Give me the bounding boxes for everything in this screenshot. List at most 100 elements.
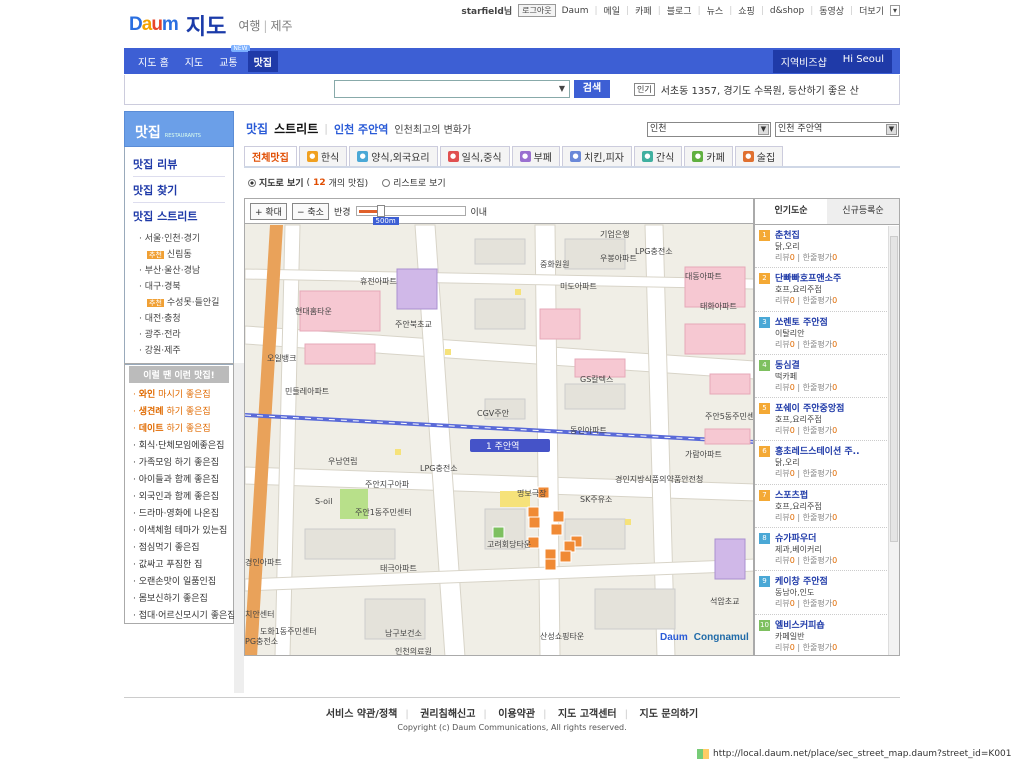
restaurant-name[interactable]: 스포츠펍	[775, 488, 885, 501]
tab-category[interactable]: ● 부페	[511, 146, 560, 166]
restaurant-item[interactable]: 8 슈가파우더 제과,베이커리 리뷰0 | 한줄평가0	[755, 528, 899, 572]
theme-item[interactable]: · 드라마·영화에 나온집	[125, 504, 233, 521]
hot-keyword-text[interactable]: 서초동 1357, 경기도 수목원, 등산하기 좋은 산	[661, 82, 859, 97]
region-sublink[interactable]: 추천 신림동	[133, 244, 225, 260]
view-map-radio[interactable]: 지도로 보기 (12 개의 맛집)	[248, 176, 368, 189]
nav-restaurants[interactable]: 맛집	[247, 50, 278, 72]
gnb-link[interactable]: 카페	[635, 4, 652, 17]
search-input[interactable]: ▼	[334, 80, 570, 98]
restaurant-marker[interactable]	[544, 548, 557, 561]
restaurant-marker[interactable]	[559, 550, 572, 563]
menu-find[interactable]: 맛집 찾기	[133, 177, 225, 203]
daum-logo[interactable]: Daum	[129, 14, 179, 36]
map[interactable]: 기업은행 LPG충전소 중화원원 우봉아파트 대동아파트 휴전아파트 미도아파트 태화아파트 현…	[244, 198, 754, 656]
logout-button[interactable]: 로그아웃	[518, 4, 556, 17]
list-scrollbar[interactable]	[888, 226, 899, 655]
tab-category[interactable]: ● 양식,외국요리	[349, 146, 438, 166]
restaurant-marker[interactable]	[492, 526, 505, 539]
theme-item[interactable]: · 데이트 하기 좋은집	[125, 419, 233, 436]
restaurant-item[interactable]: 5 포쉐이 주안중앙점 호프,요리주점 리뷰0 | 한줄평가0	[755, 398, 899, 442]
footer-link[interactable]: 지도 고객센터	[558, 709, 617, 720]
footer-link[interactable]: 서비스 약관/정책	[326, 709, 398, 720]
restaurant-name[interactable]: 슈가파우더	[775, 531, 885, 544]
restaurant-name[interactable]: 동심결	[775, 358, 885, 371]
restaurant-marker[interactable]	[563, 540, 576, 553]
theme-item[interactable]: · 오랜손맛이 일품인집	[125, 572, 233, 589]
gnb-link[interactable]: 블로그	[667, 4, 692, 17]
zoom-out-button[interactable]: − 축소	[291, 202, 329, 220]
gnb-link[interactable]: 쇼핑	[738, 4, 755, 17]
theme-item[interactable]: · 가족모임 하기 좋은집	[125, 453, 233, 470]
theme-item[interactable]: · 외국인과 함께 좋은집	[125, 487, 233, 504]
restaurant-item[interactable]: 10 엘비스커피숍 카페일반 리뷰0 | 한줄평가0	[755, 615, 899, 655]
subnav-travel[interactable]: 여행	[238, 19, 260, 33]
nav-traffic[interactable]: 교통 NEW	[213, 44, 250, 72]
tab-category[interactable]: ● 간식	[633, 146, 683, 166]
restaurant-item[interactable]: 1 춘천집 닭,오리 리뷰0 | 한줄평가0	[755, 225, 899, 269]
region-link[interactable]: · 광주·전라	[133, 324, 225, 340]
region-link[interactable]: · 대구·경북	[133, 276, 225, 292]
tab-category[interactable]: ● 한식	[298, 146, 348, 166]
restaurant-name[interactable]: 단빠빠호프앤소주	[775, 271, 885, 284]
tab-popular[interactable]: 인기도순	[755, 199, 827, 224]
restaurant-item[interactable]: 2 단빠빠호프앤소주 호프,요리주점 리뷰0 | 한줄평가0	[755, 268, 899, 312]
theme-item[interactable]: · 아이들과 함께 좋은집	[125, 470, 233, 487]
restaurant-marker[interactable]	[528, 516, 541, 529]
gnb-link[interactable]: 뉴스	[707, 4, 724, 17]
gnb-link[interactable]: 더보기	[859, 4, 884, 17]
gnb-link[interactable]: Daum	[562, 6, 589, 16]
subnav-jeju[interactable]: 제주	[270, 19, 292, 33]
tab-category[interactable]: ● 카페	[684, 146, 733, 166]
theme-item[interactable]: · 값싸고 푸짐한 집	[125, 555, 233, 572]
restaurant-marker[interactable]	[552, 510, 565, 523]
region-sublink[interactable]: 추천 수성못·들안길	[133, 292, 225, 308]
nav-local-biz[interactable]: 지역비즈샵	[773, 50, 835, 73]
restaurant-name[interactable]: 포쉐이 주안중앙점	[775, 401, 885, 414]
menu-review[interactable]: 맛집 리뷰	[133, 151, 225, 177]
more-dropdown-icon[interactable]: ▾	[889, 5, 900, 16]
dropdown-arrow-icon[interactable]: ▼	[559, 84, 565, 93]
view-list-radio[interactable]: 리스트로 보기	[382, 176, 446, 189]
restaurant-item[interactable]: 6 홍초레드스테이션 주.. 닭,오리 리뷰0 | 한줄평가0	[755, 441, 899, 485]
tab-category[interactable]: ● 치킨,피자	[562, 146, 632, 166]
nav-hi-seoul[interactable]: Hi Seoul	[835, 50, 892, 73]
restaurant-item[interactable]: 9 케이창 주안점 동남아,인도 리뷰0 | 한줄평가0	[755, 571, 899, 615]
theme-item[interactable]: · 접대·어르신모시기 좋은집	[125, 606, 236, 623]
search-button[interactable]: 검색	[574, 80, 610, 98]
restaurant-name[interactable]: 케이창 주안점	[775, 574, 885, 587]
radius-slider[interactable]: 500m	[355, 205, 466, 225]
theme-item[interactable]: · 와인 마시기 좋은집	[125, 385, 233, 402]
nav-map[interactable]: 지도	[179, 51, 209, 72]
restaurant-item[interactable]: 7 스포츠펍 호프,요리주점 리뷰0 | 한줄평가0	[755, 485, 899, 529]
restaurant-name[interactable]: 홍초레드스테이션 주..	[775, 444, 885, 457]
theme-item[interactable]: · 점심먹기 좋은집	[125, 538, 233, 555]
slider-handle[interactable]	[376, 205, 385, 217]
region-link[interactable]: · 서울·인천·경기	[133, 228, 225, 244]
restaurant-marker[interactable]	[527, 506, 540, 519]
street-select[interactable]: 인천 주안역 ▼	[775, 122, 899, 137]
tab-category[interactable]: ● 일식,중식	[439, 146, 510, 166]
tab-category[interactable]: 전체맛집	[244, 146, 297, 166]
tab-category[interactable]: ● 술집	[734, 146, 784, 166]
gnb-link[interactable]: 메일	[604, 4, 621, 17]
restaurant-name[interactable]: 쏘렌토 주안점	[775, 315, 885, 328]
menu-street[interactable]: 맛집 스트리트	[133, 203, 225, 228]
theme-item[interactable]: · 몸보신하기 좋은집	[125, 589, 233, 606]
footer-link[interactable]: 이용약관	[498, 709, 535, 720]
nav-map-home[interactable]: 지도 홈	[132, 51, 175, 72]
tab-new[interactable]: 신규등록순	[827, 199, 899, 224]
restaurant-name[interactable]: 춘천집	[775, 228, 885, 241]
restaurant-marker[interactable]	[550, 523, 563, 536]
region-link[interactable]: · 부산·울산·경남	[133, 260, 225, 276]
region-link[interactable]: · 대전·충청	[133, 308, 225, 324]
restaurant-item[interactable]: 4 동심결 떡카페 리뷰0 | 한줄평가0	[755, 355, 899, 399]
restaurant-marker[interactable]	[544, 558, 557, 571]
service-title[interactable]: 지도	[186, 9, 226, 41]
theme-item[interactable]: · 이색체험 테마가 있는집	[125, 521, 233, 538]
theme-item[interactable]: · 생견례 하기 좋은집	[125, 402, 233, 419]
footer-link[interactable]: 지도 문의하기	[640, 709, 699, 720]
region-select[interactable]: 인천 ▼	[647, 122, 771, 137]
region-link[interactable]: · 강원·제주	[133, 340, 225, 356]
theme-item[interactable]: · 회식·단체모임에좋은집	[125, 436, 233, 453]
restaurant-item[interactable]: 3 쏘렌토 주안점 이탈리안 리뷰0 | 한줄평가0	[755, 312, 899, 355]
